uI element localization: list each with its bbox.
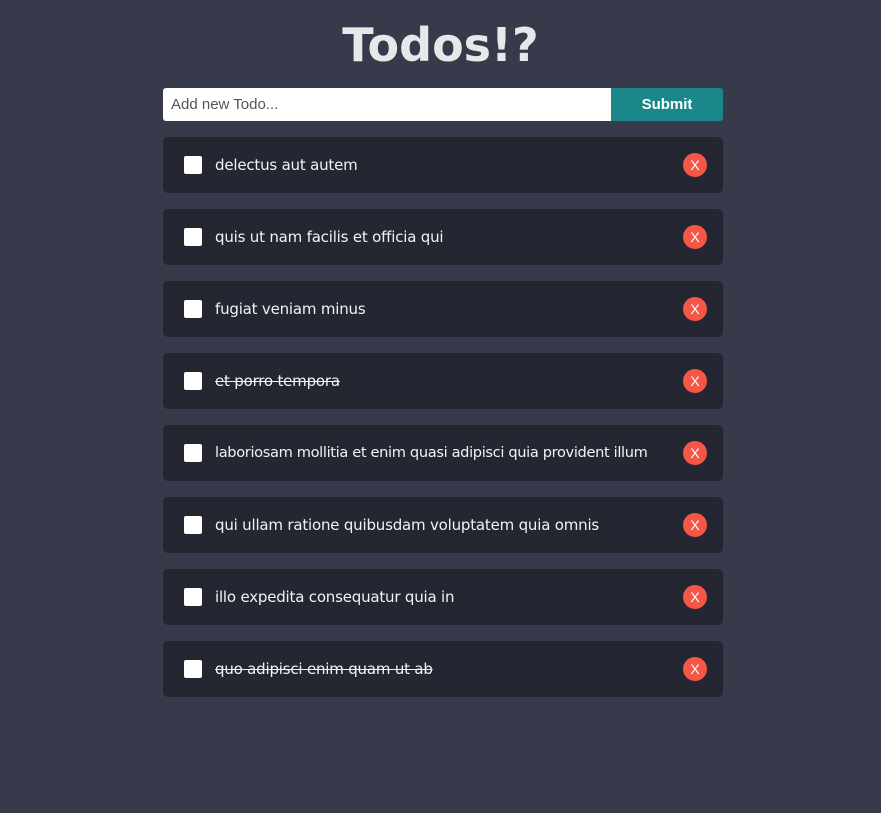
todo-item: quo adipisci enim quam ut ab X [163,641,723,697]
todo-text: quis ut nam facilis et officia qui [215,228,444,246]
todo-item: fugiat veniam minus X [163,281,723,337]
todo-checkbox[interactable] [184,372,202,390]
todo-item: qui ullam ratione quibusdam voluptatem q… [163,497,723,553]
todo-item: laboriosam mollitia et enim quasi adipis… [163,425,723,481]
todo-checkbox[interactable] [184,228,202,246]
page-title: Todos!? [342,18,539,72]
todo-checkbox[interactable] [184,300,202,318]
submit-button[interactable]: Submit [611,88,723,121]
todo-text: et porro tempora [215,372,340,390]
delete-todo-button[interactable]: X [683,657,707,681]
delete-todo-button[interactable]: X [683,585,707,609]
todo-item: et porro tempora X [163,353,723,409]
todo-text: laboriosam mollitia et enim quasi adipis… [215,444,648,461]
todo-item: illo expedita consequatur quia in X [163,569,723,625]
todo-item: quis ut nam facilis et officia qui X [163,209,723,265]
todo-checkbox[interactable] [184,444,202,462]
delete-todo-button[interactable]: X [683,225,707,249]
todo-checkbox[interactable] [184,516,202,534]
todo-item: delectus aut autem X [163,137,723,193]
todo-list: delectus aut autem X quis ut nam facilis… [163,137,723,713]
delete-todo-button[interactable]: X [683,369,707,393]
new-todo-input[interactable] [163,88,611,121]
delete-todo-button[interactable]: X [683,513,707,537]
todo-text: fugiat veniam minus [215,300,366,318]
todo-text: illo expedita consequatur quia in [215,588,455,606]
delete-todo-button[interactable]: X [683,153,707,177]
delete-todo-button[interactable]: X [683,441,707,465]
todo-checkbox[interactable] [184,660,202,678]
todo-text: qui ullam ratione quibusdam voluptatem q… [215,516,600,534]
todo-text: quo adipisci enim quam ut ab [215,660,433,678]
add-todo-form: Submit [163,88,723,121]
todo-checkbox[interactable] [184,156,202,174]
todo-text: delectus aut autem [215,156,358,174]
todo-checkbox[interactable] [184,588,202,606]
delete-todo-button[interactable]: X [683,297,707,321]
